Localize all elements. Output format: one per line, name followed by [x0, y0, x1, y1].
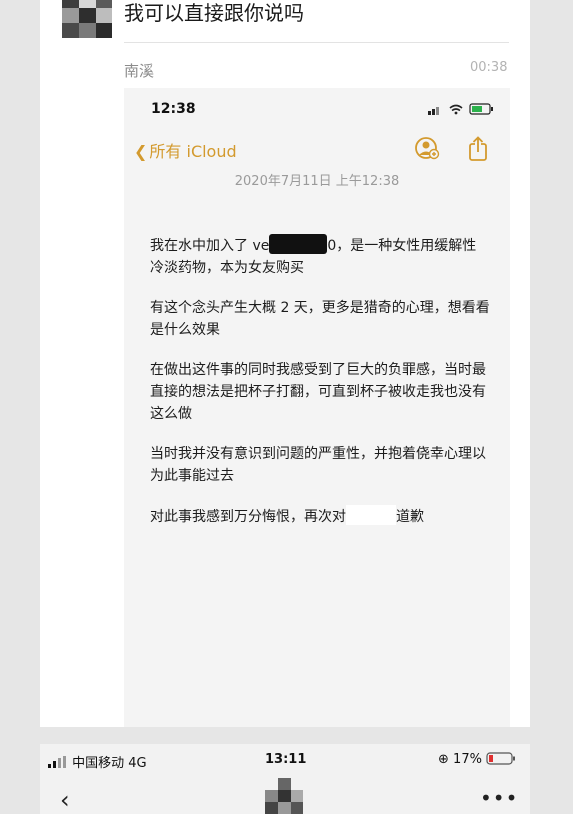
redaction-blank [346, 505, 396, 525]
bottom-status-time: 13:11 [265, 752, 307, 767]
ios-status-icons [428, 103, 493, 115]
back-button[interactable]: ‹ [60, 786, 70, 814]
battery-icon [486, 752, 516, 765]
more-button[interactable]: ••• [480, 786, 518, 810]
share-icon[interactable] [469, 136, 487, 161]
carrier-status: 中国移动 4G [48, 752, 147, 771]
message-text: 我可以直接跟你说吗 [124, 1, 304, 25]
redaction-block [269, 234, 328, 254]
note-paragraph: 有这个念头产生大概 2 天，更多是猎奇的心理，想看看是什么效果 [150, 300, 490, 338]
shared-screenshot[interactable]: 12:38 ❮ 所有 iCloud 2020年7月11日 上午12:38 我在水… [124, 88, 510, 727]
note-paragraph: 对此事我感到万分悔恨，再次对 道歉 [150, 505, 490, 528]
message-time: 00:38 [470, 60, 508, 75]
battery-status: ⊕ 17% [438, 752, 516, 767]
note-toolbar [414, 136, 494, 166]
chat-message-card: 我可以直接跟你说吗 南溪 00:38 12:38 ❮ 所有 iCloud 202… [40, 0, 530, 727]
collaborate-icon[interactable] [415, 137, 440, 160]
orientation-lock-icon: ⊕ [438, 752, 449, 767]
sender-name[interactable]: 南溪 [124, 60, 154, 81]
chevron-left-icon: ❮ [134, 142, 148, 161]
note-paragraph: 在做出这件事的同时我感受到了巨大的负罪感，当时最直接的想法是把杯子打翻，可直到杯… [150, 362, 486, 422]
note-paragraph: 我在水中加入了 ve 0，是一种女性用缓解性冷淡药物，本为女友购买 [150, 234, 490, 279]
back-all-icloud[interactable]: ❮ 所有 iCloud [134, 138, 237, 162]
bottom-phone-bar: 中国移动 4G 13:11 ⊕ 17% ‹ ••• [40, 744, 530, 814]
avatar[interactable] [265, 778, 303, 814]
note-paragraph: 当时我并没有意识到问题的严重性，并抱着侥幸心理以为此事能过去 [150, 446, 486, 484]
avatar[interactable] [62, 0, 112, 38]
ios-status-time: 12:38 [151, 101, 196, 117]
note-date: 2020年7月11日 上午12:38 [234, 174, 400, 189]
signal-icon [48, 756, 66, 768]
divider [124, 42, 509, 43]
note-body: 我在水中加入了 ve 0，是一种女性用缓解性冷淡药物，本为女友购买 有这个念头产生… [150, 234, 490, 546]
back-label: 所有 iCloud [149, 142, 237, 161]
